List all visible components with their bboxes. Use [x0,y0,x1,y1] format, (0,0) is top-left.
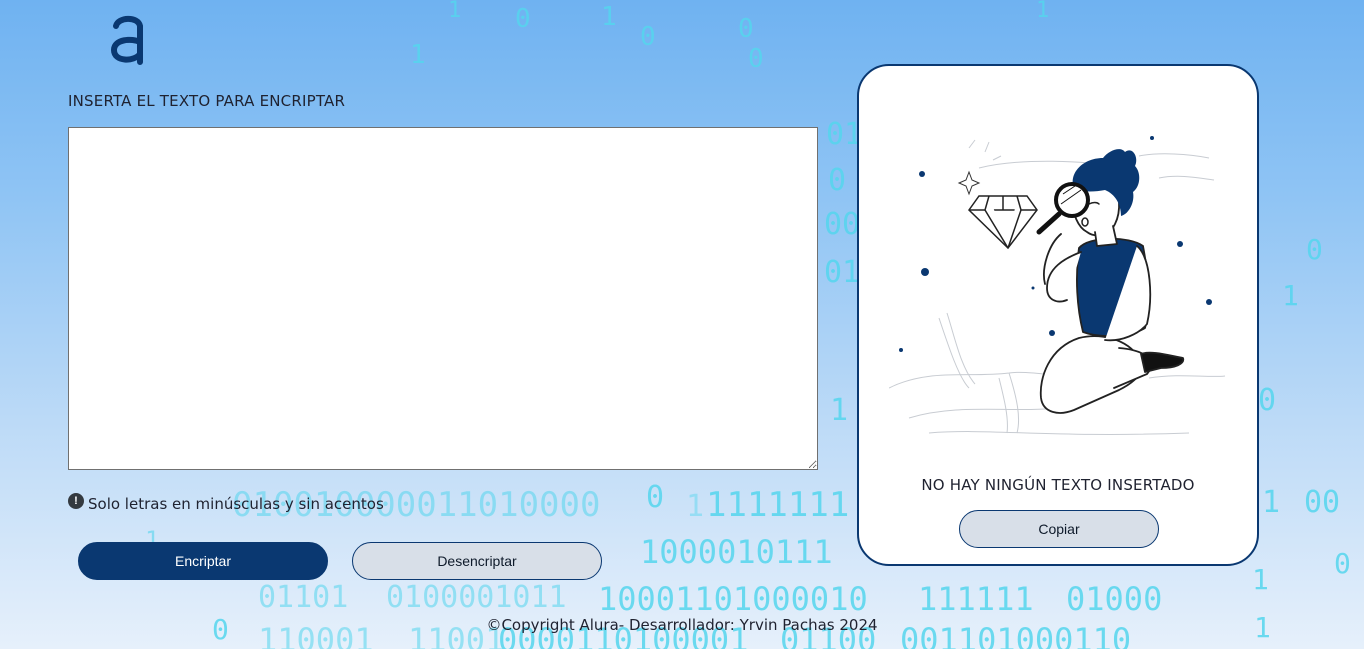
exclamation-circle-icon: ! [68,493,84,509]
bg-digit: 10001101000010 [598,580,868,618]
bg-digit: 00 [824,207,861,242]
bg-digit: 0 [515,4,531,34]
encrypt-button[interactable]: Encriptar [78,542,328,580]
bg-digit: 1 [601,2,617,32]
bg-digit: 0 [1306,233,1323,266]
bg-digit: 1 [1036,0,1050,23]
bg-digit: 0 [748,44,764,74]
copy-button[interactable]: Copiar [959,510,1159,548]
decrypt-button[interactable]: Desencriptar [352,542,602,580]
bg-digit: 0 [1334,547,1351,580]
empty-message: NO HAY NINGÚN TEXTO INSERTADO [921,476,1195,494]
output-panel: NO HAY NINGÚN TEXTO INSERTADO Copiar [857,64,1259,566]
bg-digit: 0 [640,22,656,52]
bg-digit: 1 [448,0,462,23]
bg-digit: 0100001011 [386,580,567,615]
input-hint: ! Solo letras en minúsculas y sin acento… [68,493,384,513]
bg-digit: 111111 [918,580,1034,618]
bg-digit: 1 [1282,279,1299,312]
bg-digit: 01 [824,255,861,290]
bg-digit: 1 [1252,563,1269,596]
hint-text: Solo letras en minúsculas y sin acentos [88,495,384,513]
bg-digit: 01101 [258,580,349,615]
bg-digit: 0 [646,480,665,515]
bg-digit: 00 [1304,485,1341,520]
bg-digit: 1 [686,489,705,524]
person-magnifier-illustration [889,136,1226,435]
bg-digit: 0 [1258,383,1277,418]
bg-digit: 1 [1262,485,1281,520]
input-label: INSERTA EL TEXTO PARA ENCRIPTAR [68,92,346,110]
bg-digit: 1000010111 [640,533,833,571]
bg-digit: 1 [410,40,426,70]
footer-copyright: ©Copyright Alura- Desarrollador: Yrvin P… [486,616,878,634]
bg-digit: 0 [738,14,754,44]
alura-logo-icon [110,15,143,65]
bg-digit: 1 [830,393,849,428]
bg-digit: 0 [828,163,847,198]
text-input[interactable] [68,127,818,470]
bg-digit: 01000 [1066,580,1163,618]
bg-digit: 1111111 [706,485,850,525]
